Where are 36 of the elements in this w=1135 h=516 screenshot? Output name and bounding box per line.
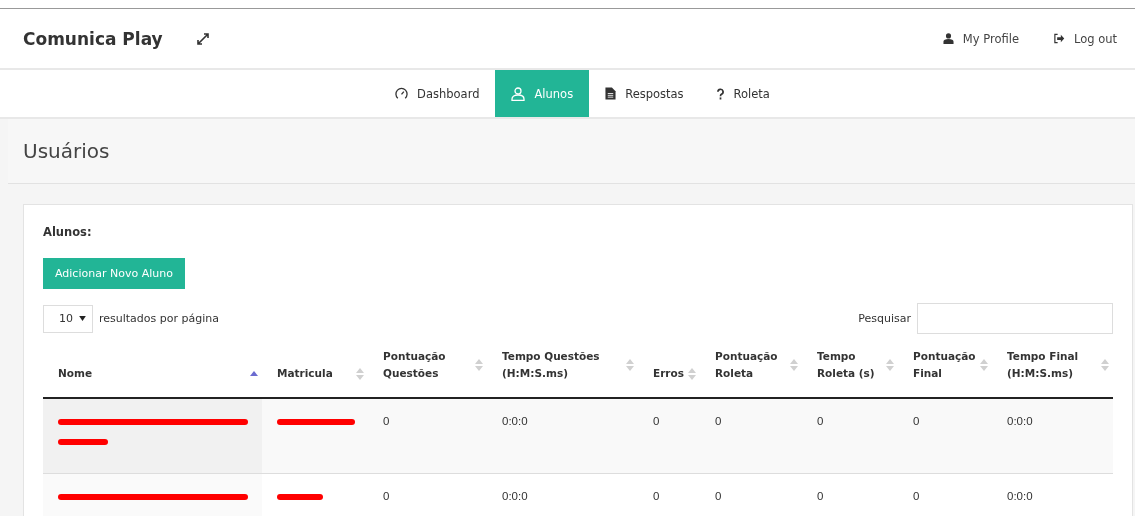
user-icon — [511, 86, 526, 101]
expand-icon[interactable] — [196, 32, 209, 45]
table-cell: 0 — [653, 490, 660, 502]
card-title: Alunos: — [43, 225, 93, 239]
search-field[interactable] — [917, 303, 1113, 334]
page-size-select[interactable]: 10 — [43, 304, 93, 333]
redaction-mark — [277, 494, 323, 500]
redaction-mark — [58, 439, 108, 445]
table-cell: 0:0:0 — [1007, 490, 1033, 502]
table-cell: 0 — [817, 415, 824, 427]
header-link[interactable]: Log out — [1052, 31, 1117, 46]
table-cell: 0 — [383, 490, 390, 502]
nav-tab[interactable]: Dashboard — [379, 70, 496, 117]
search-label: Pesquisar — [858, 312, 911, 325]
nav-tab[interactable]: Respostas — [589, 70, 700, 117]
nav-tab[interactable]: Roleta — [699, 70, 786, 117]
gauge-icon — [395, 87, 409, 100]
page-title: Usuários — [23, 139, 110, 163]
logout-icon — [1052, 33, 1065, 44]
table-cell: 0 — [653, 415, 660, 427]
question-icon — [715, 87, 725, 100]
table-cell: 0 — [715, 415, 722, 427]
table-cell: 0 — [817, 490, 824, 502]
table-cell: 0:0:0 — [502, 490, 528, 502]
table-cell: 0 — [913, 490, 920, 502]
table-cell: 0 — [913, 415, 920, 427]
table-cell: 0 — [383, 415, 390, 427]
table-cell: 0:0:0 — [502, 415, 528, 427]
page-size-label: resultados por página — [99, 312, 219, 325]
table-cell: 0:0:0 — [1007, 415, 1033, 427]
caret-icon — [79, 316, 86, 321]
user-icon — [942, 33, 954, 44]
brand-title: Comunica Play — [23, 28, 163, 49]
table-cell: 0 — [715, 490, 722, 502]
header-link[interactable]: My Profile — [942, 31, 1019, 46]
document-icon — [605, 87, 617, 100]
